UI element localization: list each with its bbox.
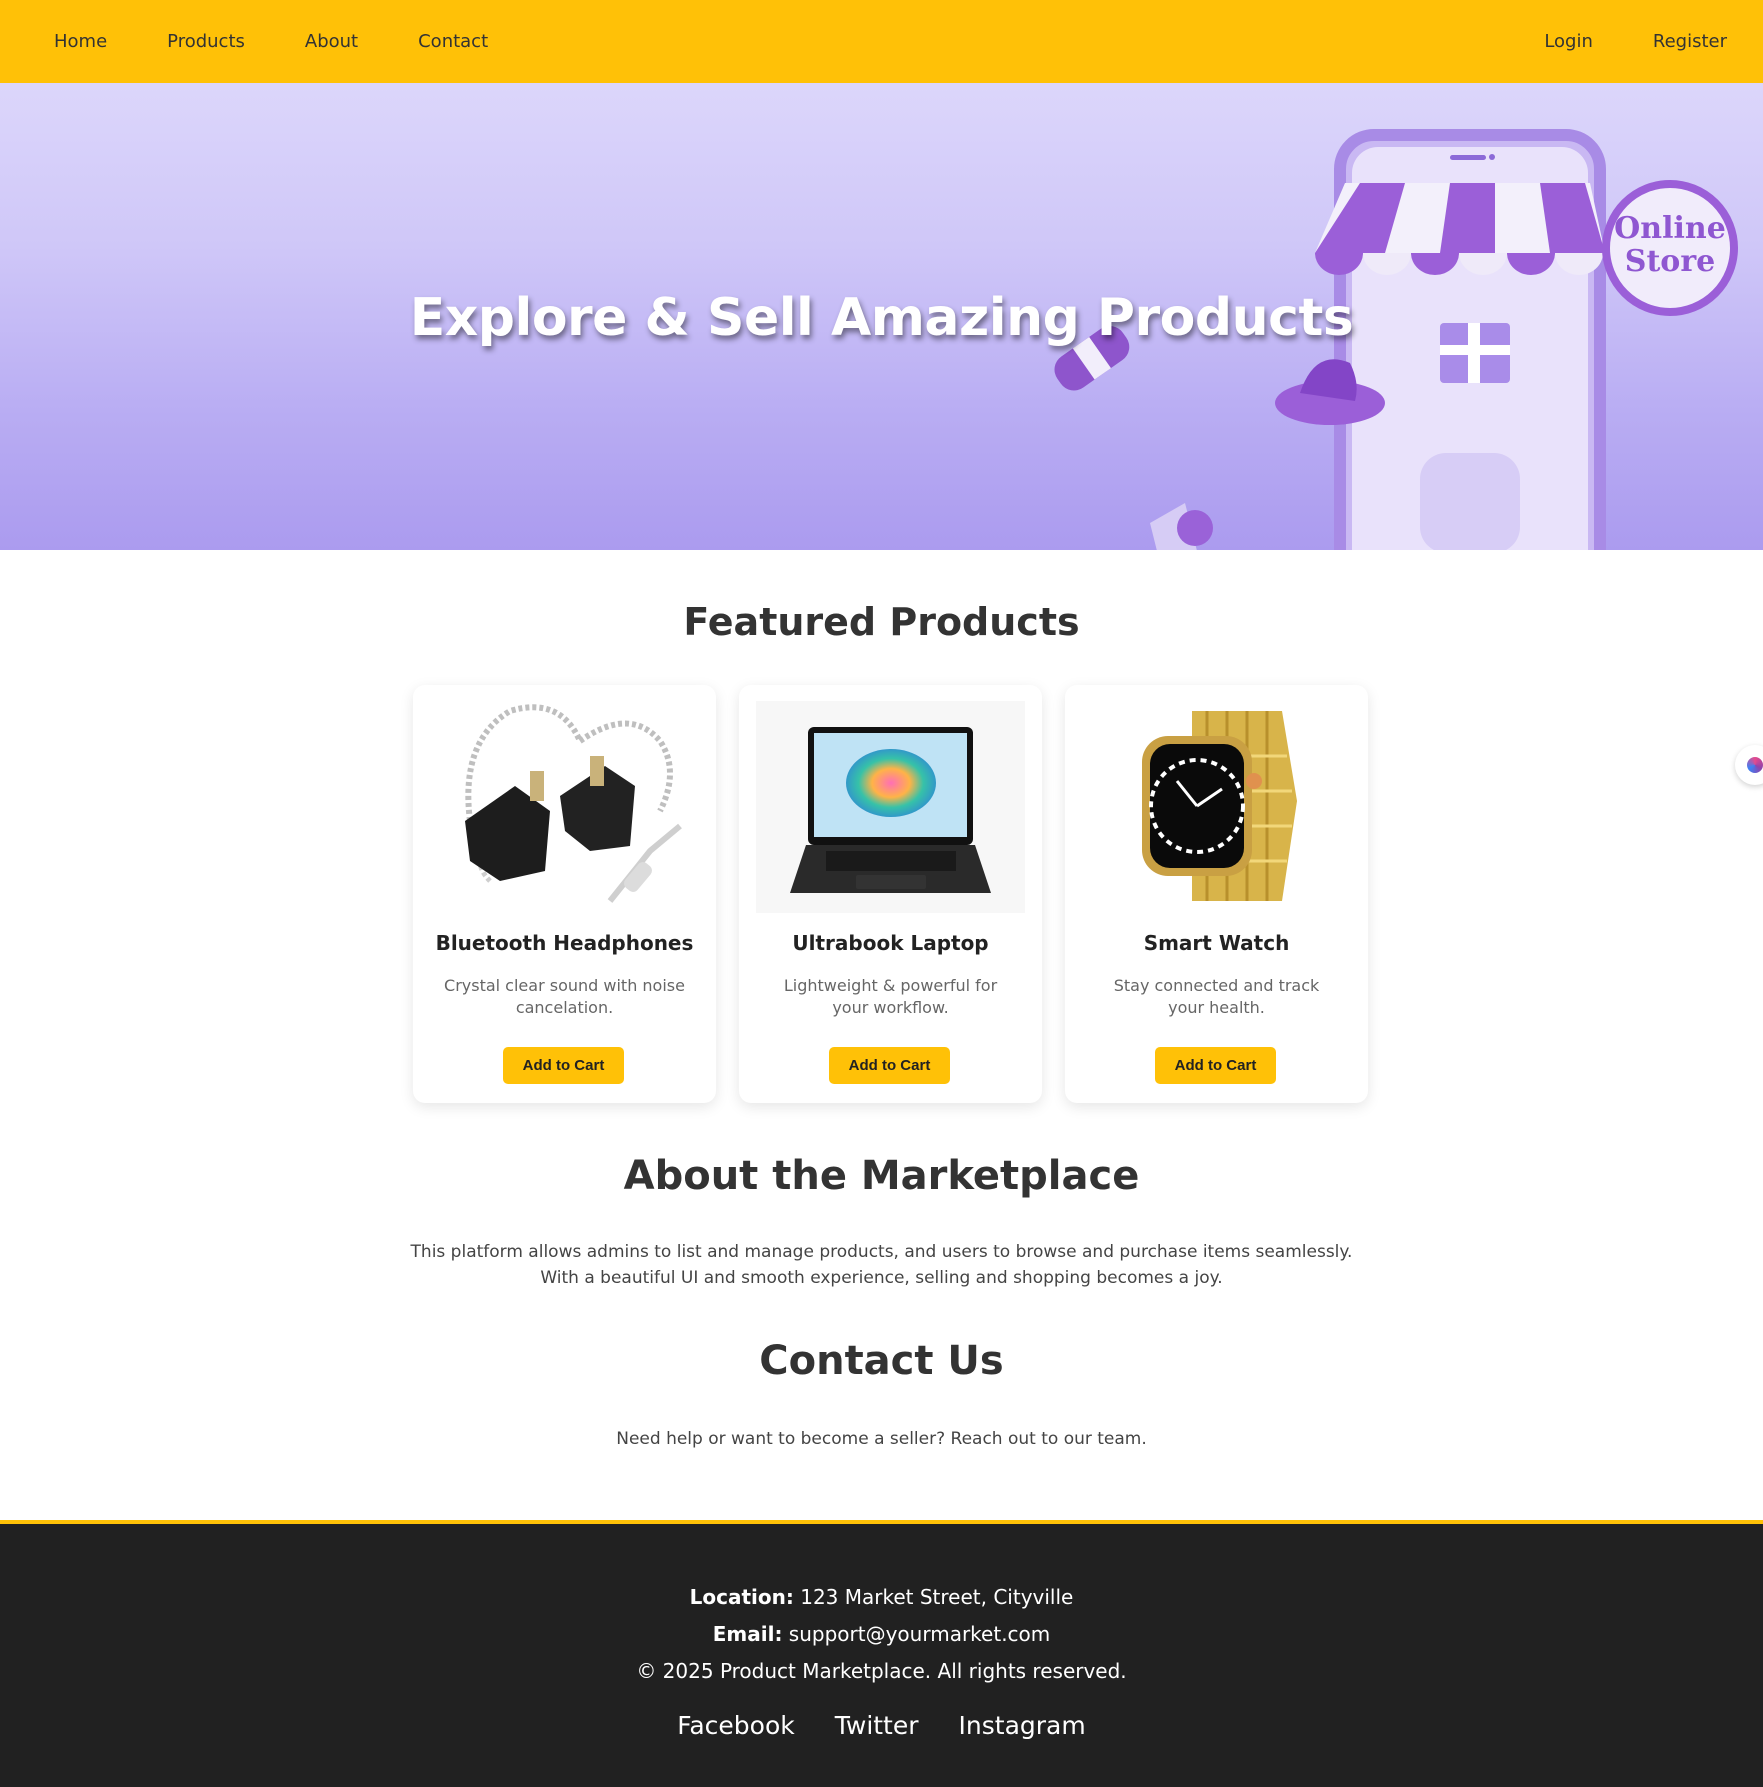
location-label: Location:	[689, 1585, 794, 1609]
nav-link-about[interactable]: About	[305, 31, 358, 52]
email-value: support@yourmarket.com	[782, 1622, 1051, 1646]
nav-link-products[interactable]: Products	[167, 31, 245, 52]
product-description: Stay connected and track your health.	[1113, 976, 1320, 1017]
footer-location: Location: 123 Market Street, Cityville	[0, 1585, 1763, 1609]
add-to-cart-button[interactable]: Add to Cart	[503, 1047, 624, 1084]
login-link[interactable]: Login	[1544, 31, 1593, 52]
product-description: Lightweight & powerful for your workflow…	[783, 976, 998, 1017]
sign-word-1: Online	[1614, 211, 1726, 246]
about-heading: About the Marketplace	[623, 1153, 1140, 1199]
footer-copyright: © 2025 Product Marketplace. All rights r…	[636, 1659, 1127, 1683]
product-description: Crystal clear sound with noise cancelati…	[444, 976, 685, 1017]
product-name: Bluetooth Headphones	[435, 931, 694, 955]
twitter-link[interactable]: Twitter	[835, 1711, 919, 1740]
smart-watch-image	[1082, 701, 1351, 913]
nav-link-contact[interactable]: Contact	[418, 31, 488, 52]
headphones-image	[430, 701, 699, 913]
featured-products-heading: Featured Products	[683, 600, 1080, 644]
about-line-1: This platform allows admins to list and …	[410, 1242, 1353, 1262]
top-navbar: Home Products About Contact Login Regist…	[0, 0, 1763, 83]
about-line-2: With a beautiful UI and smooth experienc…	[540, 1268, 1223, 1288]
product-card-laptop: Ultrabook Laptop Lightweight & powerful …	[739, 685, 1042, 1103]
hero-banner: Online Store Explore & Sell Amazing Prod…	[0, 83, 1763, 550]
product-card-headphones: Bluetooth Headphones Crystal clear sound…	[413, 685, 716, 1103]
add-to-cart-button[interactable]: Add to Cart	[829, 1047, 950, 1084]
email-label: Email:	[712, 1622, 783, 1646]
instagram-link[interactable]: Instagram	[959, 1711, 1086, 1740]
hero-title: Explore & Sell Amazing Products	[409, 288, 1354, 348]
product-grid: Bluetooth Headphones Crystal clear sound…	[413, 685, 1368, 1103]
location-value: 123 Market Street, Cityville	[793, 1585, 1074, 1609]
site-footer: Location: 123 Market Street, Cityville E…	[0, 1520, 1763, 1787]
sign-word-2: Store	[1625, 244, 1715, 279]
laptop-image	[756, 701, 1025, 913]
add-to-cart-button[interactable]: Add to Cart	[1155, 1047, 1276, 1084]
social-links: Facebook Twitter Instagram	[0, 1711, 1763, 1740]
footer-email: Email: support@yourmarket.com	[0, 1622, 1763, 1646]
assistant-icon	[1747, 757, 1763, 773]
product-name: Ultrabook Laptop	[792, 931, 989, 955]
nav-left-links: Home Products About Contact	[54, 31, 548, 52]
nav-auth-links: Login Register	[1484, 31, 1727, 52]
product-name: Smart Watch	[1143, 931, 1290, 955]
floating-assistant-button[interactable]	[1735, 745, 1763, 785]
contact-description: Need help or want to become a seller? Re…	[616, 1429, 1147, 1449]
register-link[interactable]: Register	[1653, 31, 1727, 52]
about-description: This platform allows admins to list and …	[0, 1239, 1763, 1291]
product-card-smart-watch: Smart Watch Stay connected and track you…	[1065, 685, 1368, 1103]
facebook-link[interactable]: Facebook	[677, 1711, 794, 1740]
nav-link-home[interactable]: Home	[54, 31, 107, 52]
contact-heading: Contact Us	[759, 1338, 1004, 1384]
